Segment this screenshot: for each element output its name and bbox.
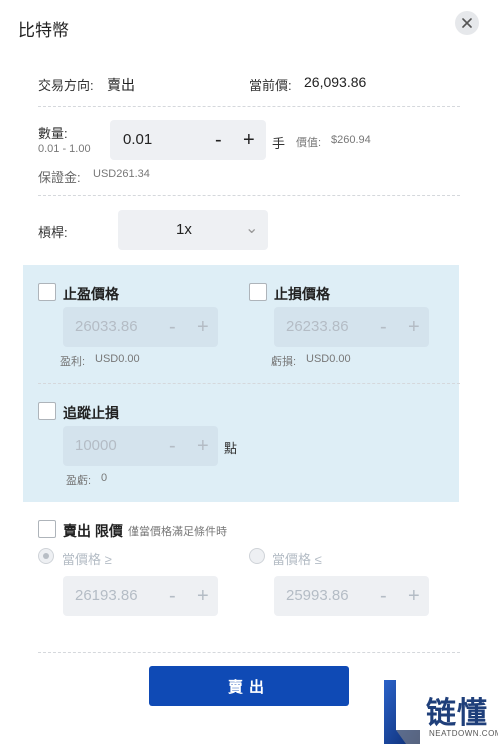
take-profit-label: 止盈價格 [63,286,119,302]
loss-label: 虧損: [271,356,297,368]
volume-input[interactable]: 0.01 [123,131,152,148]
stop-loss-checkbox[interactable] [249,283,267,301]
stop-loss-minus-button[interactable]: - [380,317,387,337]
volume-minus-button[interactable]: - [215,130,222,150]
pnl-label: 盈虧: [66,475,92,487]
chevron-down-icon: ⌄ [245,220,259,237]
watermark-text: 链懂 [426,697,488,730]
limit-ge-minus-button[interactable]: - [169,586,176,606]
margin-label: 保證金: [38,170,81,185]
divider [38,383,460,384]
limit-ge-stepper[interactable]: 26193.86 - + [63,576,218,616]
worth-label: 價值: [296,137,322,149]
price-le-label: 當價格 ≤ [272,552,322,567]
stop-loss-plus-button[interactable]: + [408,317,420,337]
volume-unit: 手 [272,136,286,151]
divider [38,195,460,196]
current-price-label: 當前價: [249,78,292,93]
leverage-label: 槓桿: [38,225,68,240]
limit-order-hint: 僅當價格滿足條件時 [128,526,227,538]
leverage-select[interactable]: 1x ⌄ [118,210,268,250]
volume-label: 數量: [38,126,68,141]
close-button[interactable] [455,11,479,35]
leverage-value: 1x [176,221,192,238]
volume-plus-button[interactable]: + [243,130,255,150]
divider [38,106,460,107]
stop-loss-input[interactable]: 26233.86 [286,318,349,335]
price-ge-radio[interactable] [38,548,54,564]
close-icon [462,18,472,28]
take-profit-checkbox[interactable] [38,283,56,301]
limit-ge-input[interactable]: 26193.86 [75,587,138,604]
watermark-logo-icon [384,680,420,744]
loss-value: USD0.00 [306,353,351,365]
trailing-stop-label: 追蹤止損 [63,405,119,421]
take-profit-stepper[interactable]: 26033.86 - + [63,307,218,347]
sell-button[interactable]: 賣出 [149,666,349,706]
limit-le-stepper[interactable]: 25993.86 - + [274,576,429,616]
current-price-value: 26,093.86 [304,74,367,90]
trailing-stop-plus-button[interactable]: + [197,436,209,456]
trailing-stop-stepper[interactable]: 10000 - + [63,426,218,466]
trailing-stop-input[interactable]: 10000 [75,437,117,454]
take-profit-plus-button[interactable]: + [197,317,209,337]
divider [38,652,460,653]
volume-range: 0.01 - 1.00 [38,143,91,155]
direction-label: 交易方向: [38,78,94,93]
limit-le-minus-button[interactable]: - [380,586,387,606]
limit-ge-plus-button[interactable]: + [197,586,209,606]
price-ge-label: 當價格 ≥ [62,552,112,567]
dialog-title: 比特幣 [18,21,69,40]
volume-stepper[interactable]: 0.01 - + [110,120,266,160]
profit-value: USD0.00 [95,353,140,365]
limit-order-label: 賣出 限價 [63,523,123,539]
pnl-value: 0 [101,472,108,484]
trailing-stop-minus-button[interactable]: - [169,436,176,456]
price-le-radio[interactable] [249,548,265,564]
limit-le-plus-button[interactable]: + [408,586,420,606]
trailing-stop-unit: 點 [224,441,238,456]
take-profit-minus-button[interactable]: - [169,317,176,337]
watermark-domain: NEATDOWN.COM [429,729,498,738]
limit-le-input[interactable]: 25993.86 [286,587,349,604]
direction-value: 賣出 [107,77,135,93]
stop-loss-stepper[interactable]: 26233.86 - + [274,307,429,347]
take-profit-input[interactable]: 26033.86 [75,318,138,335]
limit-order-checkbox[interactable] [38,520,56,538]
margin-value: USD261.34 [93,168,150,180]
trailing-stop-checkbox[interactable] [38,402,56,420]
worth-value: $260.94 [331,134,371,146]
stop-loss-label: 止損價格 [274,286,330,302]
profit-label: 盈利: [60,356,86,368]
